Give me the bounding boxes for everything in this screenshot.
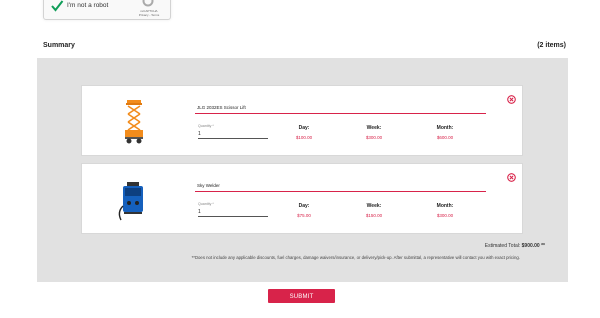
week-price: $150.00: [365, 213, 383, 218]
remove-item-icon[interactable]: [507, 173, 516, 182]
month-price: $300.00: [436, 213, 454, 218]
cart-item: Sky Welder Quantity * 1 Day: $75.00 Week…: [81, 163, 523, 234]
quantity-label: Quantity *: [198, 124, 214, 128]
welder-image: [118, 182, 143, 221]
scissor-lift-image: [125, 100, 143, 144]
day-price: $100.00: [295, 135, 313, 140]
pricing-disclaimer: **Does not include any applicable discou…: [191, 255, 520, 260]
estimated-total: Estimated Total: $900.00 **: [485, 243, 545, 249]
quantity-underline: [198, 138, 268, 139]
recaptcha-logo-icon: [142, 0, 154, 7]
week-rate: Week: $300.00: [344, 125, 404, 140]
week-rate: Week: $150.00: [344, 203, 404, 218]
quantity-input[interactable]: 1: [198, 209, 201, 215]
day-label: Day:: [298, 203, 310, 209]
item-name-divider: [195, 191, 486, 192]
item-name: JLG 2032ES Scissor Lift: [197, 105, 246, 110]
quantity-input[interactable]: 1: [198, 131, 201, 137]
recaptcha-widget[interactable]: I'm not a robot reCAPTCHA Privacy - Term…: [43, 0, 171, 20]
day-label: Day:: [298, 125, 310, 131]
week-price: $300.00: [365, 135, 383, 140]
quantity-underline: [198, 216, 268, 217]
recaptcha-label: I'm not a robot: [67, 2, 109, 9]
cart-item: JLG 2032ES Scissor Lift Quantity * 1 Day…: [81, 85, 523, 156]
day-rate: Day: $100.00: [274, 125, 334, 140]
month-rate: Month: $300.00: [415, 203, 475, 218]
submit-request-button[interactable]: SUBMIT REQUEST: [268, 289, 335, 314]
day-price: $75.00: [297, 213, 311, 218]
summary-title: Summary: [43, 42, 75, 49]
estimated-total-value: $900.00 **: [521, 243, 545, 249]
checkmark-icon[interactable]: [50, 0, 64, 13]
week-label: Week:: [366, 203, 382, 209]
week-label: Week:: [366, 125, 382, 131]
estimated-total-label: Estimated Total:: [484, 243, 521, 249]
month-price: $600.00: [436, 135, 454, 140]
month-label: Month:: [436, 203, 454, 209]
day-rate: Day: $75.00: [274, 203, 334, 218]
item-name: Sky Welder: [197, 183, 220, 188]
month-rate: Month: $600.00: [415, 125, 475, 140]
quantity-label: Quantity *: [198, 202, 214, 206]
item-name-divider: [195, 113, 486, 114]
recaptcha-brand: reCAPTCHA Privacy - Terms: [138, 9, 160, 17]
summary-item-count: (2 items): [537, 42, 566, 49]
remove-item-icon[interactable]: [507, 95, 516, 104]
month-label: Month:: [436, 125, 454, 131]
